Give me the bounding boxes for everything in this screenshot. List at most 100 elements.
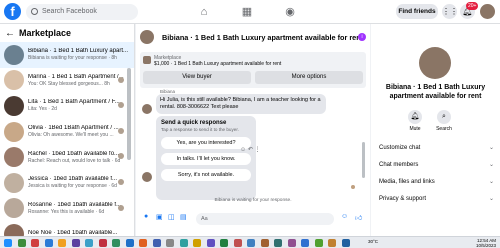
conversation-item[interactable]: Rachel · 1bed 1bath available fo... Rache… bbox=[0, 144, 134, 170]
back-arrow-icon[interactable]: ← bbox=[5, 28, 15, 39]
more-actions-icon[interactable]: ⋮ bbox=[255, 147, 261, 153]
taskbar-app-icon[interactable] bbox=[341, 239, 350, 247]
taskbar-app-icon[interactable] bbox=[17, 239, 26, 247]
taskbar-app-icon[interactable] bbox=[152, 239, 161, 247]
taskbar-app-icon[interactable] bbox=[247, 239, 255, 247]
taskbar-app-icon[interactable] bbox=[274, 239, 282, 247]
emoji-react-icon[interactable]: ☺ bbox=[240, 147, 246, 153]
date: 10/5/2023 bbox=[475, 243, 496, 248]
media-files-links-row[interactable]: Media, files and links ⌄ bbox=[379, 175, 494, 189]
taskbar-app-icon[interactable] bbox=[4, 239, 12, 247]
conversation-item[interactable]: Marina · 1 Bed 1 Bath Apartment /... You:… bbox=[0, 68, 134, 94]
row-label: Privacy & support bbox=[379, 196, 427, 202]
conversation-item[interactable]: Bibiana · 1 Bed 1 Bath Luxury apart... Bi… bbox=[0, 42, 134, 68]
menu-grid-icon[interactable]: ⋮⋮ bbox=[442, 4, 458, 19]
marketplace-title: Marketplace bbox=[19, 28, 72, 38]
notifications-badge: 20+ bbox=[466, 2, 479, 10]
sticker-icon[interactable]: ◫ bbox=[168, 213, 175, 221]
taskbar-app-icon[interactable] bbox=[328, 239, 336, 247]
taskbar-app-icon[interactable] bbox=[58, 239, 66, 247]
conversation-item[interactable]: Olivia · 1Bed 1Bath Apartment / ... Olivi… bbox=[0, 119, 134, 145]
groups-icon[interactable]: ◉ bbox=[283, 5, 297, 19]
listing-card: Marketplace $1,000 · 1 Bed 1 Bath Luxury… bbox=[140, 52, 366, 88]
taskbar-app-icon[interactable] bbox=[220, 239, 228, 247]
info-icon[interactable]: i bbox=[358, 33, 366, 41]
more-options-button[interactable]: More options bbox=[255, 71, 363, 84]
taskbar-app-icon[interactable] bbox=[98, 239, 107, 247]
taskbar-app-icon[interactable] bbox=[85, 239, 93, 247]
conversation-thumbnail bbox=[4, 198, 24, 219]
customize-chat-row[interactable]: Customize chat ⌄ bbox=[379, 141, 494, 155]
facebook-logo[interactable]: f bbox=[4, 3, 21, 20]
taskbar-app-icon[interactable] bbox=[125, 239, 134, 247]
conversation-snippet: Jessica is waiting for your response · 6… bbox=[28, 183, 117, 190]
search-icon bbox=[31, 8, 38, 15]
conversation-snippet: Rosanne: Yes this is available · 6d bbox=[28, 208, 105, 215]
like-icon[interactable]: 👍︎ bbox=[355, 213, 362, 222]
search-placeholder: Search Facebook bbox=[42, 8, 97, 15]
home-icon[interactable]: ⌂ bbox=[197, 5, 211, 19]
taskbar-app-icon[interactable] bbox=[314, 239, 323, 247]
conversation-list-panel: ← Marketplace Bibiana · 1 Bed 1 Bath Lux… bbox=[0, 24, 135, 236]
gif-icon[interactable]: ▤ bbox=[180, 213, 187, 221]
taskbar-app-icon[interactable] bbox=[233, 239, 242, 247]
quick-reply-button[interactable]: Yes, are you interested? bbox=[161, 137, 251, 149]
taskbar-app-icon[interactable] bbox=[206, 239, 215, 247]
find-friends-button[interactable]: Find friends bbox=[396, 4, 438, 19]
search-input[interactable]: Search Facebook bbox=[26, 4, 138, 20]
taskbar-app-icon[interactable] bbox=[301, 239, 309, 247]
sender-avatar bbox=[142, 172, 152, 182]
chat-members-row[interactable]: Chat members ⌄ bbox=[379, 158, 494, 172]
conversation-item[interactable]: Jessica · 1bed 1bath available f... Jessi… bbox=[0, 170, 134, 196]
taskbar-app-icon[interactable] bbox=[139, 239, 147, 247]
mute-label: Mute bbox=[409, 126, 421, 132]
search-label: Search bbox=[436, 126, 452, 132]
search-icon[interactable]: ⌕ bbox=[437, 110, 451, 124]
conversation-thumbnail bbox=[4, 223, 24, 236]
reply-icon[interactable]: ↶ bbox=[248, 147, 253, 153]
conversation-item[interactable]: Noe Noe · 1bed 1bath available... bbox=[0, 221, 134, 236]
row-label: Chat members bbox=[379, 162, 419, 168]
view-buyer-button[interactable]: View buyer bbox=[143, 71, 251, 84]
marketplace-icon[interactable]: ▦ bbox=[240, 5, 254, 19]
chat-title: Bibiana · 1 Bed 1 Bath Luxury apartment … bbox=[162, 32, 364, 42]
chevron-down-icon: ⌄ bbox=[488, 196, 494, 202]
message-actions: ☺ ↶ ⋮ bbox=[240, 146, 261, 153]
quick-response-card: Send a quick response Tap a response to … bbox=[156, 116, 256, 200]
chevron-down-icon: ⌄ bbox=[488, 162, 494, 168]
conversation-thumbnail bbox=[4, 95, 24, 116]
profile-avatar[interactable] bbox=[480, 4, 495, 19]
taskbar-app-icon[interactable] bbox=[179, 239, 188, 247]
conversation-title: Olivia · 1Bed 1Bath Apartment / ... bbox=[28, 125, 119, 132]
listing-avatar[interactable] bbox=[140, 30, 154, 44]
sender-avatar bbox=[142, 104, 152, 114]
conversation-title: Rachel · 1bed 1bath available fo... bbox=[28, 150, 120, 157]
taskbar-app-icon[interactable] bbox=[260, 239, 269, 247]
taskbar-app-icon[interactable] bbox=[112, 239, 120, 247]
privacy-support-row[interactable]: Privacy & support ⌄ bbox=[379, 192, 494, 206]
taskbar-app-icon[interactable] bbox=[287, 239, 296, 247]
scrollbar[interactable] bbox=[362, 142, 365, 178]
system-clock[interactable]: 12:54 AM 10/5/2023 bbox=[476, 238, 496, 248]
conversation-thumbnail bbox=[4, 44, 24, 65]
conversation-snippet: Lita: Yes · 2d bbox=[28, 106, 57, 113]
conversation-thumbnail bbox=[4, 147, 24, 168]
conversation-thumbnail bbox=[4, 172, 24, 193]
taskbar-app-icon[interactable] bbox=[166, 239, 174, 247]
image-icon[interactable]: ▣ bbox=[156, 213, 163, 221]
taskbar-app-icon[interactable] bbox=[193, 239, 201, 247]
taskbar-app-icon[interactable] bbox=[31, 239, 39, 247]
mute-icon[interactable]: 🔔︎ bbox=[408, 110, 422, 124]
quick-reply-button[interactable]: Sorry, it's not available. bbox=[161, 169, 251, 181]
taskbar-app-icon[interactable] bbox=[44, 239, 53, 247]
row-label: Media, files and links bbox=[379, 179, 435, 185]
scrollbar[interactable] bbox=[127, 68, 131, 160]
quick-reply-button[interactable]: In talks. I'll let you know. bbox=[161, 153, 251, 165]
conversation-item[interactable]: Rosanne · 1bed 1bath available f... Rosan… bbox=[0, 196, 134, 222]
microphone-icon[interactable]: ● bbox=[144, 213, 148, 220]
taskbar-app-icon[interactable] bbox=[71, 239, 80, 247]
conversation-item[interactable]: Lita · 1 Bed 1 Bath Apartment / F... Lita… bbox=[0, 93, 134, 119]
message-input[interactable]: Aa bbox=[196, 213, 334, 225]
marketplace-header: ← Marketplace bbox=[0, 24, 134, 42]
emoji-icon[interactable]: ☺ bbox=[341, 213, 348, 220]
